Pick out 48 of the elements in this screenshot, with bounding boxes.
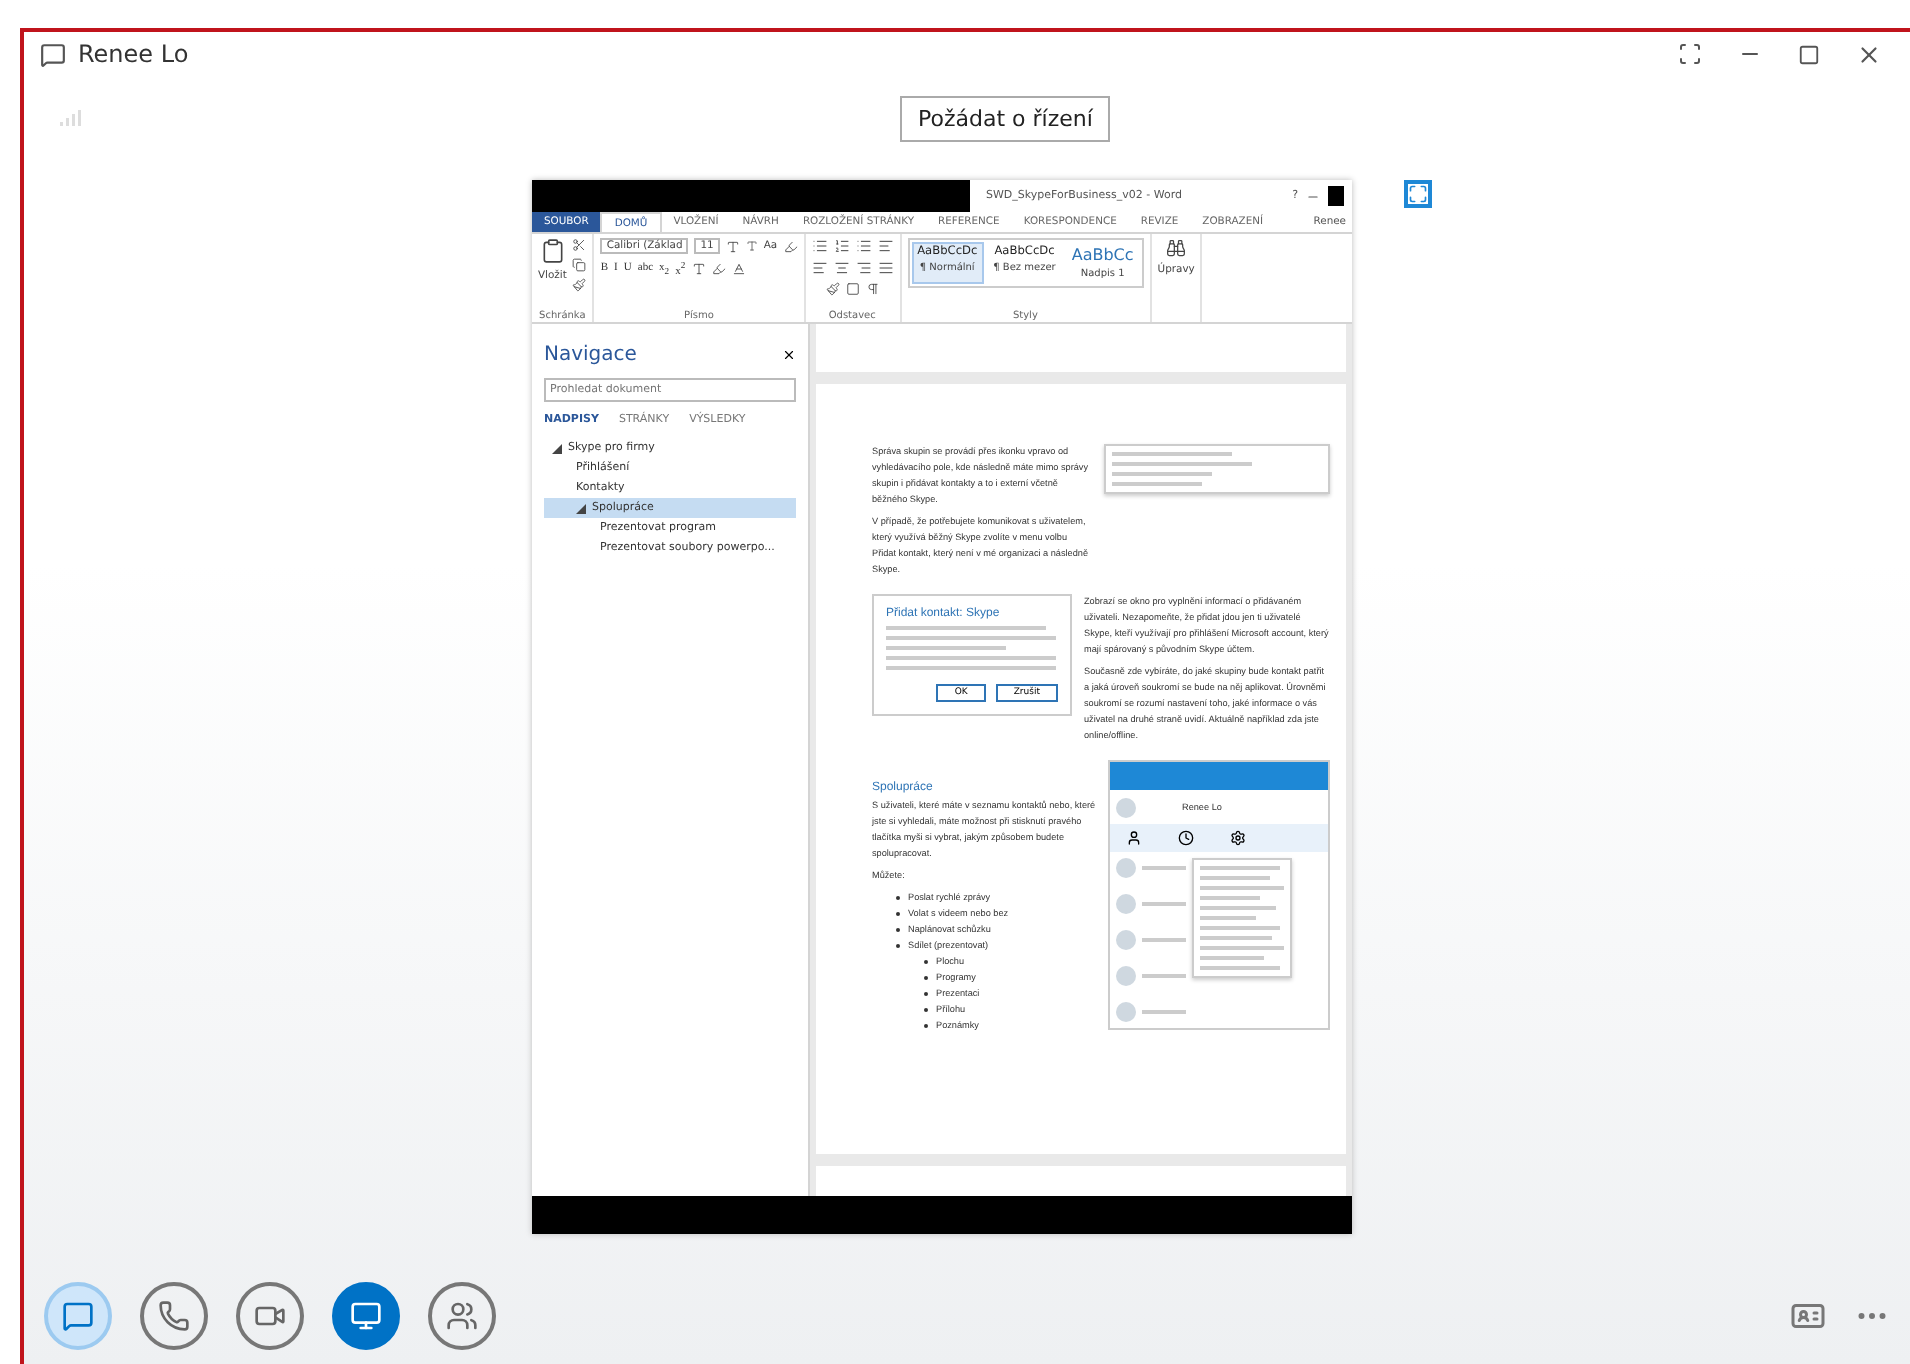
- people-button[interactable]: [428, 1282, 496, 1350]
- video-button[interactable]: [236, 1282, 304, 1350]
- cut-icon[interactable]: [572, 238, 587, 252]
- numbering-icon[interactable]: [833, 238, 850, 254]
- share-button[interactable]: [332, 1282, 400, 1350]
- window-title: Renee Lo: [78, 40, 189, 68]
- person-icon: [1126, 830, 1142, 846]
- justify-icon[interactable]: [877, 260, 894, 276]
- shading-icon[interactable]: [825, 282, 840, 296]
- align-left-icon[interactable]: [811, 260, 828, 276]
- close-icon: [1856, 41, 1882, 67]
- align-right-icon[interactable]: [855, 260, 872, 276]
- expanded-caret-icon[interactable]: [576, 503, 586, 513]
- clipboard-icon[interactable]: [539, 238, 566, 264]
- full-screen-icon: [1678, 42, 1702, 66]
- close-icon[interactable]: [782, 348, 796, 362]
- binoculars-icon[interactable]: [1166, 238, 1187, 258]
- pane-title: Navigace: [544, 344, 637, 366]
- brush-icon[interactable]: [572, 278, 587, 292]
- request-control-button[interactable]: Požádat o řízení: [900, 95, 1111, 141]
- bullets-icon[interactable]: [811, 238, 828, 254]
- align-center-icon[interactable]: [833, 260, 850, 276]
- copy-icon[interactable]: [572, 258, 587, 272]
- borders-icon[interactable]: [845, 282, 860, 296]
- signal-icon: [60, 110, 84, 126]
- maximize-icon: [1798, 43, 1820, 65]
- highlight-icon[interactable]: [711, 261, 726, 276]
- settings-icon: [1230, 830, 1246, 846]
- people-icon: [446, 1300, 478, 1332]
- pilcrow-icon[interactable]: [865, 282, 880, 296]
- chat-icon: [62, 1300, 94, 1332]
- grow-font-icon[interactable]: [725, 239, 740, 253]
- shrink-font-icon[interactable]: [745, 240, 758, 252]
- avatar: [1116, 797, 1136, 817]
- conversation-icon: [40, 41, 66, 67]
- chat-button[interactable]: [44, 1282, 112, 1350]
- expanded-caret-icon[interactable]: [552, 443, 562, 453]
- text-effect-icon[interactable]: [691, 261, 706, 276]
- multilevel-list-icon[interactable]: [855, 238, 872, 254]
- font-color-icon[interactable]: [731, 261, 746, 276]
- fit-to-window-icon[interactable]: [1404, 180, 1432, 208]
- monitor-icon: [350, 1300, 382, 1332]
- context-menu-drawing: [1192, 858, 1292, 978]
- phone-icon: [158, 1300, 190, 1332]
- redacted-block: [1328, 186, 1344, 206]
- contact-card-icon[interactable]: [1790, 1298, 1826, 1334]
- clock-icon: [1178, 830, 1194, 846]
- call-button[interactable]: [140, 1282, 208, 1350]
